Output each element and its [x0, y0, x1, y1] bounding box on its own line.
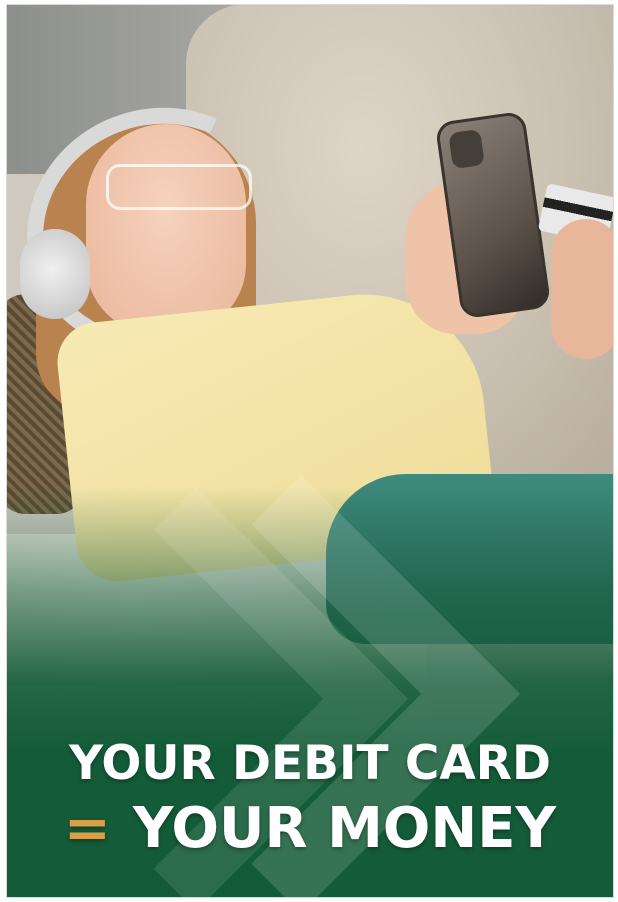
promo-banner: YOUR DEBIT CARD = YOUR MONEY: [6, 4, 614, 898]
headline-text-2: YOUR MONEY: [132, 796, 557, 861]
headline-text-1: YOUR DEBIT CARD: [69, 736, 551, 791]
headline-line-2: = YOUR MONEY: [6, 794, 614, 864]
equals-sign: =: [63, 796, 111, 861]
headline-line-1: YOUR DEBIT CARD: [6, 734, 614, 794]
